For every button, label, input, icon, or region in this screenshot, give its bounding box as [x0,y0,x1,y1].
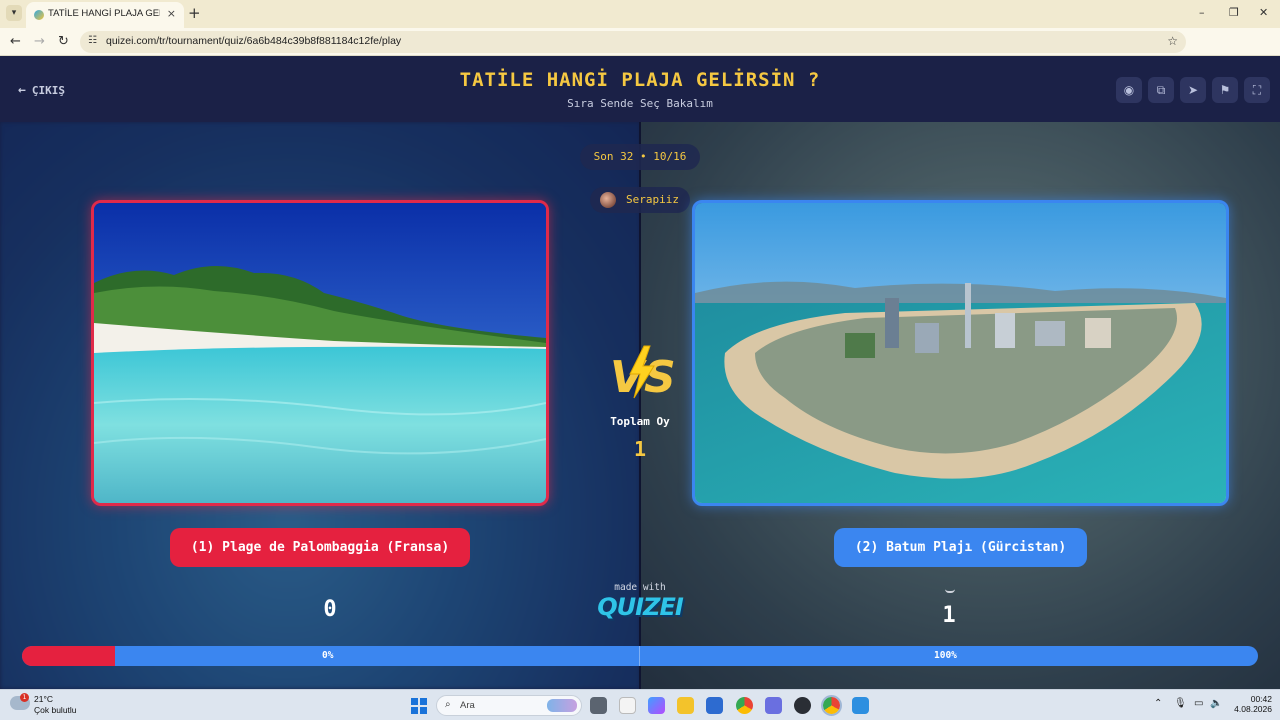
quizei-logo[interactable]: QUIZEI [580,593,700,621]
vote-count-right: 1 [942,603,956,628]
app-icon-purple[interactable] [765,697,782,714]
avatar [600,192,616,208]
percent-right: 100% [934,650,957,661]
file-explorer-icon[interactable] [677,697,694,714]
browser-tab-strip: ▾ TATİLE HANGİ PLAJA GELİRSİN × + – ❐ ✕ [0,0,1280,28]
photos-icon[interactable] [852,697,869,714]
user-badge: Serapiiz [590,187,690,213]
beach-image-palombaggia [94,203,546,503]
window-close-button[interactable]: ✕ [1259,6,1268,19]
restore-button[interactable]: ❐ [1229,6,1239,19]
site-info-icon[interactable]: ☷ [88,35,97,46]
progress-fill-left [22,646,115,666]
weather-condition[interactable]: Çok bulutlu [34,705,77,715]
microphone-icon[interactable]: 🎙 [1174,698,1187,709]
network-icon[interactable]: ▭ [1194,698,1203,709]
total-votes-label: Toplam Oy [610,415,670,428]
weather-badge: 1 [20,693,29,702]
progress-midline [639,646,640,666]
total-votes-value: 1 [633,437,647,461]
chrome-icon[interactable] [736,697,753,714]
taskbar-clock[interactable]: 00:42 4.08.2026 [1234,694,1272,714]
reload-icon[interactable]: ↻ [58,34,69,49]
minimize-button[interactable]: – [1199,6,1205,19]
vote-count-left: 0 [323,597,337,622]
option-label-left[interactable]: (1) Plage de Palombaggia (Fransa) [170,528,470,567]
exit-label: ÇIKIŞ [31,84,65,97]
chrome-active-icon[interactable] [821,695,842,716]
clock-date: 4.08.2026 [1234,704,1272,714]
quiz-header: ← ÇIKIŞ TATİLE HANGİ PLAJA GELİRSİN ? Sır… [0,57,1280,122]
tab-title: TATİLE HANGİ PLAJA GELİRSİN [48,8,160,19]
option-card-left[interactable] [91,200,549,506]
eye-icon[interactable]: ◉ [1116,77,1142,103]
clock-time: 00:42 [1250,694,1272,704]
fullscreen-icon[interactable]: ⛶ [1244,77,1270,103]
task-view-icon[interactable] [590,697,607,714]
back-arrow-icon[interactable]: ← [10,34,21,49]
site-favicon-icon [34,10,44,20]
vote-progress-bar: 0% 100% [22,646,1258,666]
address-bar[interactable]: ☷ quizei.com/tr/tournament/quiz/6a6b484c… [80,31,1186,53]
windows-taskbar: 1 21°C Çok bulutlu ⌕ Ara ⌃ 🎙 ▭ 🔈 00:42 4… [0,689,1280,720]
quiz-subtitle: Sıra Sende Seç Bakalım [567,97,713,110]
option-card-right[interactable] [692,200,1229,506]
search-icon: ⌕ [445,699,451,710]
back-arrow-icon: ← [18,83,26,98]
user-name: Serapiiz [626,193,679,206]
round-indicator: Son 32 • 10/16 [580,144,700,170]
quiz-page: ← ÇIKIŞ TATİLE HANGİ PLAJA GELİRSİN ? Sır… [0,57,1280,689]
exit-button[interactable]: ← ÇIKIŞ [18,83,65,98]
tray-chevron-icon[interactable]: ⌃ [1154,698,1162,709]
made-with-text: made with [614,582,666,593]
beach-image-batumi [695,203,1226,503]
flag-icon[interactable]: ⚑ [1212,77,1238,103]
forward-arrow-icon[interactable]: → [34,34,45,49]
volume-icon[interactable]: 🔈 [1210,698,1222,709]
browser-toolbar: ← → ↻ ☷ quizei.com/tr/tournament/quiz/6a… [0,28,1280,77]
copy-icon[interactable]: ⧉ [1148,77,1174,103]
url-text[interactable]: quizei.com/tr/tournament/quiz/6a6b484c39… [106,35,401,47]
vs-lightning-icon: VS [610,345,676,402]
quiz-title: TATİLE HANGİ PLAJA GELİRSİN ? [459,69,821,91]
tab-close-icon[interactable]: × [167,7,176,20]
app-icon-dark[interactable] [794,697,811,714]
option-label-right[interactable]: (2) Batum Plajı (Gürcistan) [834,528,1087,567]
bookmark-star-icon[interactable]: ☆ [1167,34,1178,48]
file-icon[interactable] [619,697,636,714]
taskbar-search[interactable]: ⌕ Ara [436,695,582,716]
search-highlight-image [547,699,577,712]
percent-left: 0% [322,650,334,661]
browser-tab-active[interactable]: TATİLE HANGİ PLAJA GELİRSİN × [26,2,184,28]
send-icon[interactable]: ➤ [1180,77,1206,103]
tab-search-button[interactable]: ▾ [6,5,22,21]
new-tab-button[interactable]: + [188,4,201,22]
windows-start-icon[interactable] [411,698,427,714]
temperature[interactable]: 21°C [34,694,53,704]
store-icon[interactable] [706,697,723,714]
search-placeholder: Ara [460,700,475,711]
copilot-icon[interactable] [648,697,665,714]
